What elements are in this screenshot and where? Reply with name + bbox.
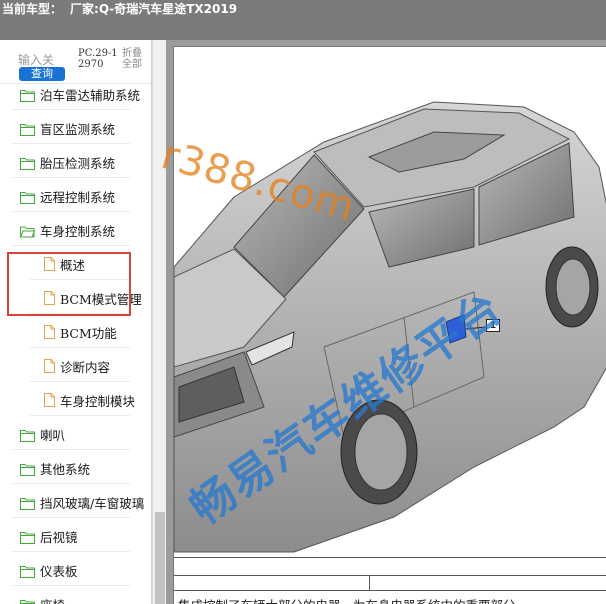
- tree-item-label: 车身控制模块: [60, 394, 136, 409]
- tree-doc-item[interactable]: BCM模式管理: [0, 280, 150, 314]
- tree-folder-item[interactable]: 胎压检测系统: [0, 144, 150, 178]
- vehicle-header: 当前车型： 厂家:Q-奇瑞汽车星途TX2019: [0, 0, 606, 40]
- tree-item-label: 诊断内容: [60, 360, 111, 375]
- tree-item-label: 远程控制系统: [40, 190, 116, 205]
- folder-icon: [20, 563, 35, 578]
- document-icon: [44, 324, 55, 339]
- document-viewer: 1 集成控制了车辆大部分的电器，为车身电器系统中的重要部分 r388.com 畅…: [156, 40, 606, 604]
- callout-label: 1: [486, 319, 500, 332]
- folder-icon: [20, 427, 35, 442]
- tree-folder-item[interactable]: 座椅: [0, 586, 150, 604]
- tree-item-label: 其他系统: [40, 462, 91, 477]
- tree-doc-item[interactable]: 诊断内容: [0, 348, 150, 382]
- tree-item-label: BCM功能: [60, 326, 117, 341]
- tree-folder-item[interactable]: 其他系统: [0, 450, 150, 484]
- folder-icon: [20, 189, 35, 204]
- tree-folder-item[interactable]: 车身控制系统: [0, 212, 150, 246]
- vehicle-illustration: [174, 101, 606, 553]
- tree-item-label: 仪表板: [40, 564, 78, 579]
- document-icon: [44, 358, 55, 373]
- document-icon: [44, 392, 55, 407]
- tree-folder-item[interactable]: 后视镜: [0, 518, 150, 552]
- search-input[interactable]: [18, 52, 72, 68]
- tree-item-label: 胎压检测系统: [40, 156, 116, 171]
- sidebar: 泊车雷达辅助系统 盲区监测系统 胎压检测系统 远程控制系统 车身控制系统概述 BCM模式管…: [0, 40, 152, 604]
- tree-doc-item[interactable]: 车身控制模块: [0, 382, 150, 416]
- tree-item-label: 座椅: [40, 595, 65, 604]
- tree-item-label: 泊车雷达辅助系统: [40, 88, 141, 103]
- tree-item-label: BCM模式管理: [60, 292, 142, 307]
- tree-item-label: 后视镜: [40, 530, 78, 545]
- document-icon: [44, 256, 55, 271]
- fold-all-button[interactable]: 折叠全部: [122, 48, 150, 70]
- pc-code: PC.29-12970: [78, 48, 118, 70]
- folder-open-icon: [19, 223, 36, 238]
- folder-icon: [20, 121, 35, 136]
- tree-item-label: 概述: [60, 258, 86, 273]
- folder-icon: [20, 155, 35, 170]
- folder-icon: [20, 461, 35, 476]
- folder-icon: [20, 597, 35, 604]
- tree-folder-item[interactable]: 远程控制系统: [0, 178, 150, 212]
- folder-icon: [20, 495, 35, 510]
- tree-folder-item[interactable]: 挡风玻璃/车窗玻璃: [0, 484, 150, 518]
- tree-doc-item[interactable]: BCM功能: [0, 314, 150, 348]
- folder-icon: [20, 529, 35, 544]
- tree-folder-item[interactable]: 喇叭: [0, 416, 150, 450]
- tree-item-label: 挡风玻璃/车窗玻璃: [40, 496, 145, 511]
- query-button[interactable]: 查询: [19, 67, 65, 81]
- vehicle-label: 当前车型：: [2, 2, 63, 16]
- vehicle-model: 厂家:Q-奇瑞汽车星途TX2019: [70, 2, 238, 16]
- tree-item-label: 车身控制系统: [40, 224, 116, 239]
- tree-folder-item[interactable]: 盲区监测系统: [0, 110, 150, 144]
- folder-icon: [20, 87, 35, 102]
- document-icon: [44, 290, 55, 305]
- scrollbar-thumb[interactable]: [155, 512, 165, 604]
- tree-folder-item[interactable]: 仪表板: [0, 552, 150, 586]
- tree-doc-item[interactable]: 概述: [0, 246, 150, 280]
- search-row: 查询 PC.29-12970 折叠全部: [0, 40, 151, 84]
- app-window: 当前车型： 厂家:Q-奇瑞汽车星途TX2019 泊车雷达辅助系统 盲区监测系统 胎压检…: [0, 0, 606, 604]
- tree-item-label: 盲区监测系统: [40, 122, 116, 137]
- caption-text: 集成控制了车辆大部分的电器，为车身电器系统中的重要部分: [178, 595, 516, 604]
- tree-item-label: 喇叭: [40, 428, 66, 443]
- sidebar-scrollbar[interactable]: [152, 40, 166, 604]
- document-page: 1 集成控制了车辆大部分的电器，为车身电器系统中的重要部分: [173, 46, 606, 604]
